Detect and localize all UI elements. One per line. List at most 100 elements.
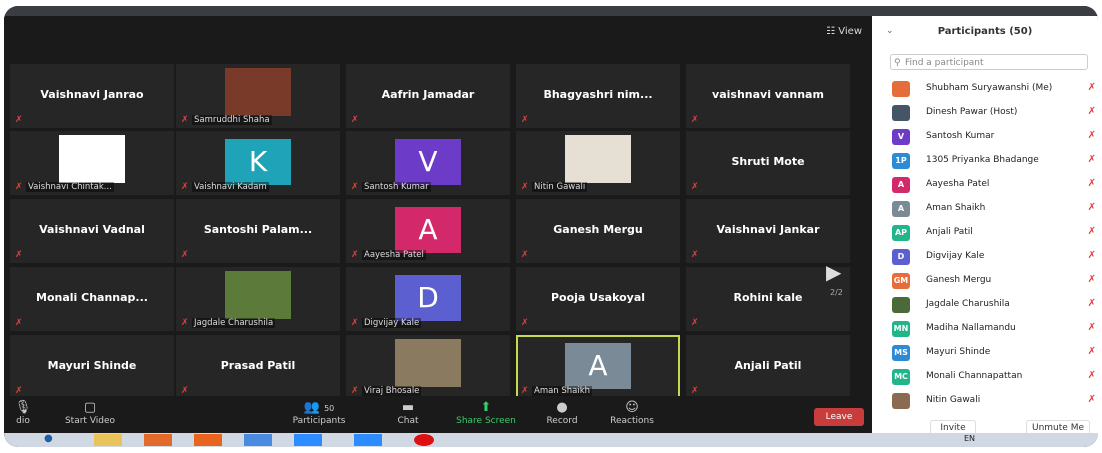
video-tile[interactable]: V ✗ Santosh Kumar [346, 131, 510, 195]
muted-mic-icon: ✗ [521, 386, 529, 396]
participant-row[interactable]: GM Ganesh Mergu ✗ [892, 270, 1096, 292]
participant-row[interactable]: AP Anjali Patil ✗ [892, 222, 1096, 244]
tile-label: Aayesha Patel [362, 250, 426, 260]
participant-row[interactable]: 1P 1305 Priyanka Bhadange ✗ [892, 150, 1096, 172]
firefox-icon[interactable] [194, 434, 222, 446]
video-tile[interactable]: ✗ Aafrin Jamadar [346, 64, 510, 128]
muted-mic-icon: ✗ [691, 318, 699, 328]
search-placeholder: Find a participant [905, 58, 984, 68]
tile-name: vaishnavi vannam [712, 88, 824, 101]
participant-row[interactable]: A Aayesha Patel ✗ [892, 174, 1096, 196]
reactions-button[interactable]: ☺ Reactions [604, 400, 660, 426]
participant-avatar [892, 81, 910, 97]
muted-mic-icon[interactable]: ✗ [1088, 298, 1096, 309]
muted-mic-icon[interactable]: ✗ [1088, 274, 1096, 285]
video-tile[interactable]: ✗ Samruddhi Shaha [176, 64, 340, 128]
video-tile[interactable]: ✗ Pooja Usakoyal [516, 267, 680, 331]
muted-mic-icon: ✗ [15, 182, 23, 192]
participant-row[interactable]: Jagdale Charushila ✗ [892, 294, 1096, 316]
participant-avatar [892, 105, 910, 121]
participant-name: Jagdale Charushila [926, 299, 1010, 309]
participant-row[interactable]: MN Madiha Nallamandu ✗ [892, 318, 1096, 340]
tile-label: Viraj Bhosale [362, 386, 422, 396]
participant-row[interactable]: Dinesh Pawar (Host) ✗ [892, 102, 1096, 124]
participant-avatar [892, 297, 910, 313]
muted-mic-icon[interactable]: ✗ [1088, 154, 1096, 165]
tile-label: Vaishnavi Kadam [192, 182, 269, 192]
video-tile[interactable]: A ✗ Aman Shaikh [516, 335, 680, 399]
video-tile[interactable]: ✗ Vaishnavi Chintak... [10, 131, 174, 195]
video-tile[interactable]: ✗ Vaishnavi Janrao [10, 64, 174, 128]
record-icon: ● [556, 400, 568, 415]
audio-label: dio [16, 416, 30, 426]
next-page-arrow-icon[interactable]: ▶ [826, 260, 841, 284]
audio-button[interactable]: 🎙 dio [8, 400, 38, 426]
video-tile[interactable]: K ✗ Vaishnavi Kadam [176, 131, 340, 195]
chrome-icon[interactable] [244, 434, 272, 446]
file-explorer-icon[interactable] [94, 434, 122, 446]
view-button[interactable]: ☷ View [826, 26, 862, 37]
participant-name: Santosh Kumar [926, 131, 995, 141]
start-video-button[interactable]: ▢ Start Video [60, 400, 120, 426]
zoom-taskbar-icon[interactable] [294, 434, 322, 446]
participant-name: Aayesha Patel [926, 179, 990, 189]
participant-photo [225, 271, 291, 319]
avatar: K [225, 139, 291, 185]
video-tile[interactable]: ✗ Anjali Patil [686, 335, 850, 399]
leave-button[interactable]: Leave [814, 408, 864, 426]
participant-row[interactable]: A Aman Shaikh ✗ [892, 198, 1096, 220]
participant-row[interactable]: D Digvijay Kale ✗ [892, 246, 1096, 268]
muted-mic-icon: ✗ [181, 250, 189, 260]
video-tile[interactable]: ✗ Mayuri Shinde [10, 335, 174, 399]
muted-mic-icon[interactable]: ✗ [1088, 106, 1096, 117]
zoom-meeting-taskbar-icon[interactable] [354, 434, 382, 446]
video-tile[interactable]: ✗ Viraj Bhosale [346, 335, 510, 399]
video-tile[interactable]: ✗ Prasad Patil [176, 335, 340, 399]
participant-row[interactable]: Shubham Suryawanshi (Me) ✗ [892, 78, 1096, 100]
media-player-icon[interactable] [144, 434, 172, 446]
search-input[interactable]: ⚲ Find a participant [890, 54, 1088, 70]
muted-mic-icon[interactable]: ✗ [1088, 82, 1096, 93]
chat-button[interactable]: ▬ Chat [390, 400, 426, 426]
tile-name: Aafrin Jamadar [381, 88, 475, 101]
tile-name: Anjali Patil [734, 359, 802, 372]
muted-mic-icon: ✗ [181, 386, 189, 396]
participant-row[interactable]: Nitin Gawali ✗ [892, 390, 1096, 412]
muted-mic-icon[interactable]: ✗ [1088, 346, 1096, 357]
video-tile[interactable]: ✗ Santoshi Palam... [176, 199, 340, 263]
participant-avatar: D [892, 249, 910, 265]
video-tile[interactable]: A ✗ Aayesha Patel [346, 199, 510, 263]
recorder-icon[interactable] [414, 434, 434, 446]
tile-name: Ganesh Mergu [553, 223, 643, 236]
video-tile[interactable]: ✗ Ganesh Mergu [516, 199, 680, 263]
participant-row[interactable]: MS Mayuri Shinde ✗ [892, 342, 1096, 364]
video-tile[interactable]: ✗ vaishnavi vannam [686, 64, 850, 128]
video-tile[interactable]: ✗ Jagdale Charushila [176, 267, 340, 331]
tile-label: Jagdale Charushila [192, 318, 276, 328]
muted-mic-icon[interactable]: ✗ [1088, 322, 1096, 333]
muted-mic-icon[interactable]: ✗ [1088, 130, 1096, 141]
video-tile[interactable]: D ✗ Digvijay Kale [346, 267, 510, 331]
participant-avatar: MN [892, 321, 910, 337]
participants-button[interactable]: 👥 50 Participants [286, 400, 352, 426]
video-tile[interactable]: ✗ Vaishnavi Vadnal [10, 199, 174, 263]
participant-avatar: MC [892, 369, 910, 385]
muted-mic-icon: ✗ [521, 115, 529, 125]
share-screen-button[interactable]: ⬆ Share Screen [450, 400, 522, 426]
record-button[interactable]: ● Record [540, 400, 584, 426]
participant-row[interactable]: V Santosh Kumar ✗ [892, 126, 1096, 148]
muted-mic-icon[interactable]: ✗ [1088, 250, 1096, 261]
muted-mic-icon[interactable]: ✗ [1088, 370, 1096, 381]
muted-mic-icon[interactable]: ✗ [1088, 178, 1096, 189]
video-tile[interactable]: ✗ Shruti Mote [686, 131, 850, 195]
muted-mic-icon[interactable]: ✗ [1088, 226, 1096, 237]
start-button-icon[interactable]: ● [44, 433, 53, 444]
video-tile[interactable]: ✗ Nitin Gawali [516, 131, 680, 195]
muted-mic-icon[interactable]: ✗ [1088, 202, 1096, 213]
video-tile[interactable]: ✗ Vaishnavi Jankar [686, 199, 850, 263]
video-tile[interactable]: ✗ Monali Channap... [10, 267, 174, 331]
video-tile[interactable]: ✗ Bhagyashri nim... [516, 64, 680, 128]
language-indicator[interactable]: EN [964, 434, 975, 443]
participant-row[interactable]: MC Monali Channapattan ✗ [892, 366, 1096, 388]
muted-mic-icon[interactable]: ✗ [1088, 394, 1096, 405]
